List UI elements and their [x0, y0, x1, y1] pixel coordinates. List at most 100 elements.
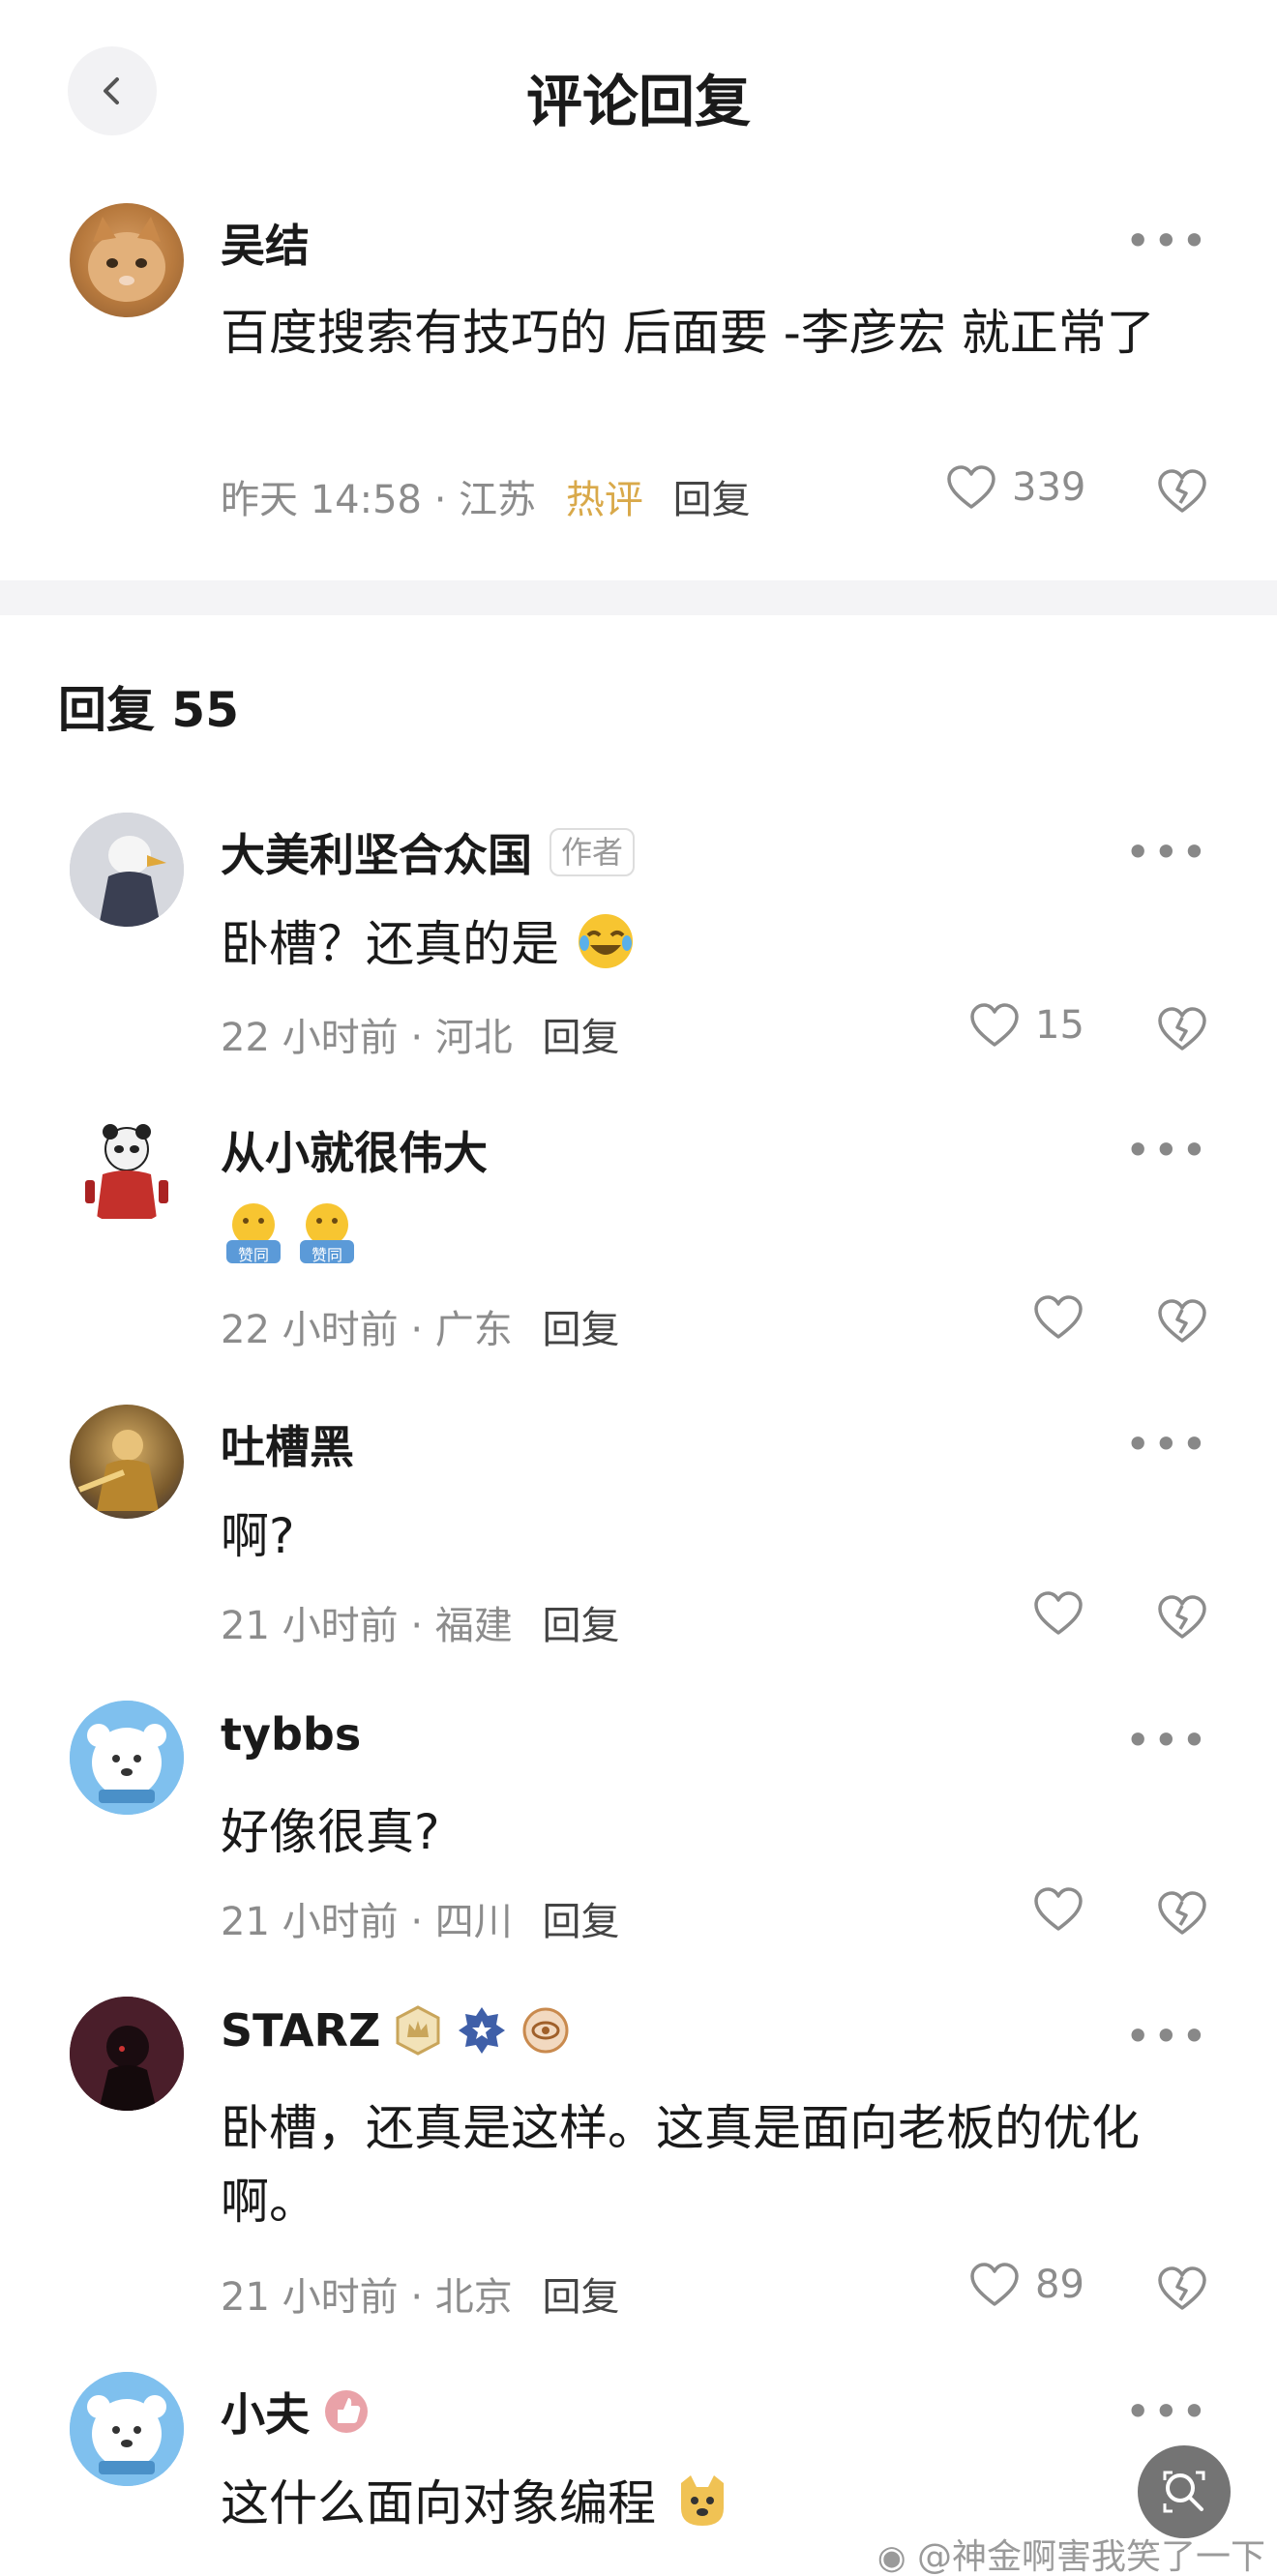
header-bar: 评论回复 — [0, 0, 1277, 184]
location: 北京 — [434, 2275, 513, 2320]
page-title: 评论回复 — [525, 69, 751, 134]
avatar[interactable] — [70, 203, 184, 317]
timestamp: 22 小时前 — [221, 1308, 399, 1352]
comment-meta: 22 小时前 · 河北 回复 — [221, 1016, 620, 1060]
more-options-icon[interactable]: ••• — [1125, 1718, 1209, 1762]
broken-heart-icon[interactable] — [1157, 466, 1207, 517]
like-button[interactable] — [1033, 1294, 1084, 1341]
hot-badge: 热评 — [565, 478, 643, 522]
avatar[interactable] — [70, 1997, 184, 2111]
avatar[interactable] — [70, 1110, 184, 1225]
username[interactable]: 从小就很伟大 — [221, 1118, 488, 1182]
reply-text: 卧槽，还真是这样。这真是面向老板的优化啊。 — [221, 2100, 1140, 2230]
reply-button[interactable]: 回复 — [543, 1308, 620, 1352]
like-button[interactable]: 89 — [969, 2262, 1084, 2308]
username-row: 大美利坚合众国 作者 — [221, 820, 636, 884]
like-count: 89 — [1035, 2263, 1084, 2307]
timestamp: 21 小时前 — [221, 1604, 399, 1648]
more-options-icon[interactable]: ••• — [1125, 1422, 1209, 1466]
heart-icon — [970, 1003, 1019, 1047]
sticker-label: 赞同 — [237, 1246, 269, 1264]
weibo-watermark: ◉ @神金啊害我笑了一下 — [877, 2529, 1265, 2576]
avatar[interactable] — [70, 1405, 184, 1519]
eagle-avatar-icon — [70, 813, 184, 927]
bear-avatar-icon — [70, 1701, 184, 1815]
timestamp: 22 小时前 — [221, 1016, 399, 1060]
timestamp: 21 小时前 — [221, 1900, 399, 1944]
more-options-icon[interactable]: ••• — [1125, 2389, 1209, 2434]
star-badge-icon — [459, 2007, 506, 2054]
watermark-text: @神金啊害我笑了一下 — [916, 2537, 1265, 2576]
comment-text: 百度搜索有技巧的 后面要 -李彦宏 就正常了 — [221, 305, 1155, 361]
replies-count-title: 回复 55 — [58, 682, 239, 738]
like-button[interactable]: 339 — [946, 464, 1085, 511]
like-button[interactable]: 15 — [969, 1002, 1084, 1049]
comment-meta: 21 小时前 · 福建 回复 — [221, 1604, 620, 1648]
more-options-icon[interactable]: ••• — [1125, 830, 1209, 874]
username[interactable]: 吐槽黑 — [221, 1412, 354, 1476]
dark-portrait-avatar-icon — [70, 1997, 184, 2111]
timestamp: 昨天 14:58 — [221, 478, 422, 522]
username[interactable]: 大美利坚合众国 — [221, 820, 532, 884]
broken-heart-icon[interactable] — [1157, 2264, 1207, 2314]
avatar[interactable] — [70, 1701, 184, 1815]
warrior-avatar-icon — [77, 1430, 159, 1511]
like-count: 15 — [1035, 1003, 1084, 1048]
heart-icon — [1034, 1591, 1083, 1635]
weibo-logo-icon: ◉ — [876, 2538, 906, 2576]
username[interactable]: STARZ — [221, 2004, 380, 2057]
broken-heart-icon[interactable] — [1157, 1592, 1207, 1643]
comment-meta: 昨天 14:58 · 江苏 热评 回复 — [221, 478, 751, 522]
reply-text: 啊? — [221, 1508, 295, 1564]
comment-meta: 21 小时前 · 四川 回复 — [221, 1900, 620, 1944]
like-count: 339 — [1012, 465, 1086, 510]
more-options-icon[interactable]: ••• — [1125, 2014, 1209, 2058]
bear-avatar-icon — [70, 2372, 184, 2486]
username-row: 小夫 — [221, 2380, 371, 2443]
reply-text: 这什么面向对象编程 — [221, 2475, 656, 2532]
more-options-icon[interactable]: ••• — [1125, 219, 1209, 263]
author-badge: 作者 — [549, 828, 636, 876]
heart-icon — [970, 2263, 1019, 2306]
more-options-icon[interactable]: ••• — [1125, 1128, 1209, 1172]
section-divider — [0, 580, 1277, 615]
location: 江苏 — [459, 478, 537, 522]
reply-button[interactable]: 回复 — [673, 478, 751, 522]
like-button[interactable] — [1033, 1886, 1084, 1933]
timestamp: 21 小时前 — [221, 2275, 399, 2320]
eye-badge-icon — [522, 2007, 569, 2054]
thumbs-up-badge-icon — [325, 2390, 368, 2433]
reply-text-row: 卧槽？还真的是 — [221, 907, 1207, 981]
crown-badge-icon — [396, 2005, 440, 2056]
location: 河北 — [434, 1016, 513, 1060]
comment-meta: 21 小时前 · 北京 回复 — [221, 2275, 620, 2320]
reply-text: 好像很真? — [221, 1804, 440, 1860]
username-row: STARZ — [221, 2004, 572, 2057]
cat-avatar-icon — [88, 217, 165, 302]
heart-icon — [1034, 1295, 1083, 1339]
image-search-button[interactable] — [1138, 2445, 1231, 2538]
broken-heart-icon[interactable] — [1157, 1004, 1207, 1054]
avatar[interactable] — [70, 813, 184, 927]
username[interactable]: 吴结 — [221, 211, 310, 275]
heart-icon — [1034, 1887, 1083, 1931]
avatar[interactable] — [70, 2372, 184, 2486]
reply-button[interactable]: 回复 — [543, 1016, 620, 1060]
agree-sticker: 赞同 — [294, 1199, 360, 1265]
location: 四川 — [434, 1900, 513, 1944]
location: 福建 — [434, 1604, 513, 1648]
reply-button[interactable]: 回复 — [543, 1604, 620, 1648]
reply-button[interactable]: 回复 — [543, 2275, 620, 2320]
heart-icon — [947, 465, 995, 509]
doge-emoji-icon — [680, 2475, 724, 2526]
broken-heart-icon[interactable] — [1157, 1888, 1207, 1939]
username[interactable]: 小夫 — [221, 2380, 310, 2443]
comment-meta: 22 小时前 · 广东 回复 — [221, 1308, 620, 1352]
like-button[interactable] — [1033, 1590, 1084, 1637]
username[interactable]: tybbs — [221, 1708, 361, 1761]
agree-sticker: 赞同 — [221, 1199, 286, 1265]
sticker-label: 赞同 — [311, 1246, 342, 1264]
sticker-row: 赞同 赞同 — [221, 1199, 360, 1265]
broken-heart-icon[interactable] — [1157, 1296, 1207, 1347]
reply-button[interactable]: 回复 — [543, 1900, 620, 1944]
